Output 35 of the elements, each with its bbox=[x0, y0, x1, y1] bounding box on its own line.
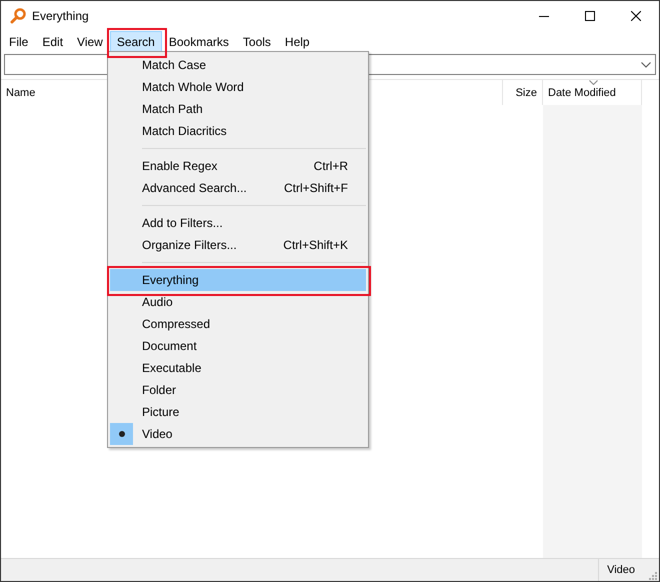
menu-option[interactable]: Organize Filters... Ctrl+Shift+K bbox=[110, 234, 366, 256]
menu-option[interactable]: Match Case bbox=[110, 54, 366, 76]
menu-item[interactable]: Tools bbox=[236, 30, 278, 52]
menu-item[interactable]: Edit bbox=[35, 30, 70, 52]
shortcut-text: Ctrl+Shift+F bbox=[284, 181, 348, 195]
app-logo-icon bbox=[10, 8, 26, 24]
column-header[interactable]: Size bbox=[503, 80, 543, 105]
shortcut-text: Ctrl+R bbox=[314, 159, 348, 173]
resize-grip-icon bbox=[649, 572, 657, 580]
menu-option[interactable]: Folder bbox=[110, 379, 366, 401]
menu-option[interactable]: Advanced Search... Ctrl+Shift+F bbox=[110, 177, 366, 199]
menu-option[interactable]: Everything bbox=[110, 269, 366, 291]
shortcut-text: Ctrl+Shift+K bbox=[283, 238, 348, 252]
menu-option[interactable]: Audio bbox=[110, 291, 366, 313]
menu-option[interactable]: Document bbox=[110, 335, 366, 357]
menu-option[interactable]: Add to Filters... bbox=[110, 212, 366, 234]
menu-option[interactable]: Match Path bbox=[110, 98, 366, 120]
close-icon bbox=[631, 11, 641, 21]
menu-option[interactable]: Enable Regex Ctrl+R bbox=[110, 155, 366, 177]
highlight-frame bbox=[106, 28, 167, 58]
window-title: Everything bbox=[32, 9, 89, 23]
menu-option[interactable]: Video bbox=[110, 423, 366, 445]
menu-option[interactable]: Compressed bbox=[110, 313, 366, 335]
menu-item[interactable]: File bbox=[2, 30, 36, 52]
menu-item[interactable]: Search bbox=[110, 30, 162, 52]
menu-option[interactable]: Picture bbox=[110, 401, 366, 423]
menu-option[interactable]: Match Whole Word bbox=[110, 76, 366, 98]
menu-option[interactable]: Executable bbox=[110, 357, 366, 379]
dropdown-icon bbox=[641, 62, 651, 68]
menu-item[interactable]: Help bbox=[278, 30, 317, 52]
maximize-icon bbox=[585, 11, 595, 21]
sort-icon bbox=[589, 80, 598, 85]
menu-option[interactable]: Match Diacritics bbox=[110, 120, 366, 142]
menu-item[interactable]: View bbox=[70, 30, 110, 52]
status-filter: Video bbox=[607, 564, 635, 576]
